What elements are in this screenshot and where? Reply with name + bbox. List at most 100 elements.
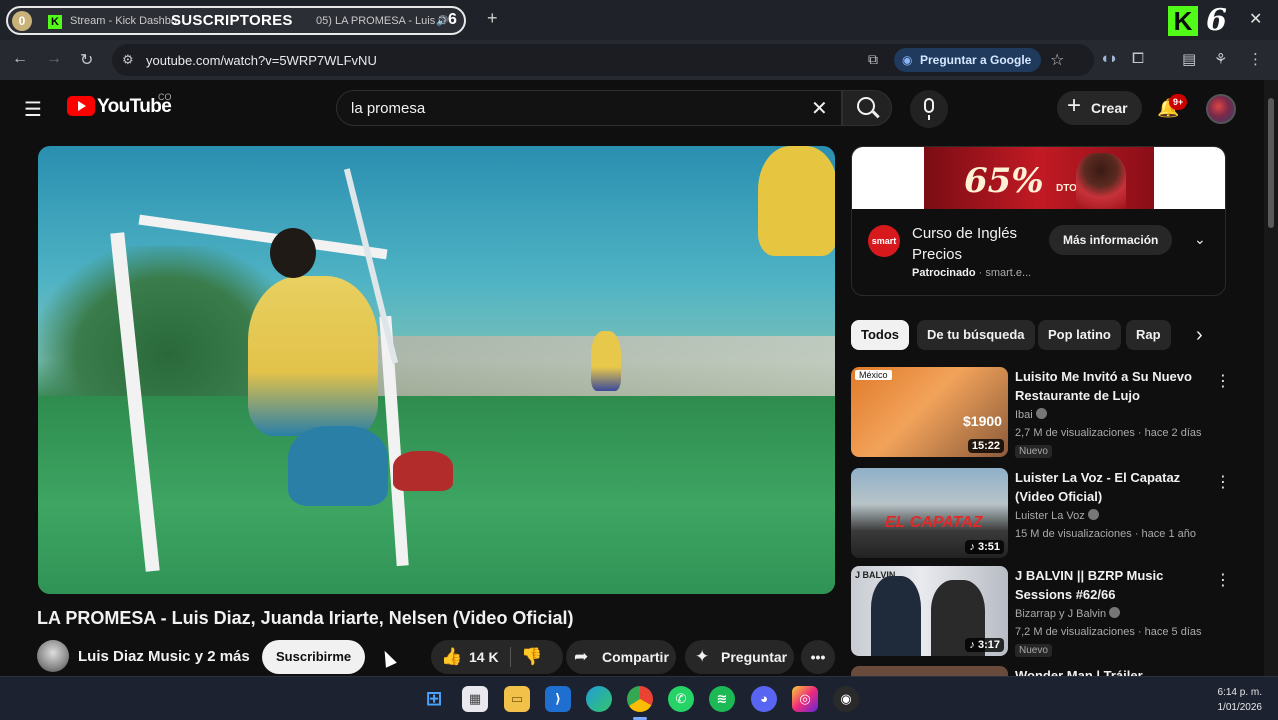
tab-audio-icon: 🔊 xyxy=(436,16,449,27)
recommendation-item[interactable]: EL CAPATAZ ♪ 3:51 Luister La Voz - El Ca… xyxy=(851,468,1231,562)
advertiser-logo[interactable]: smart xyxy=(868,225,900,257)
recommendation-item[interactable]: J BALVIN ♪ 3:17 J BALVIN || BZRP Music S… xyxy=(851,566,1231,660)
sponsored-ad-card[interactable]: 65% DTO smart Curso de Inglés Precios Pa… xyxy=(851,146,1226,296)
chrome-icon[interactable] xyxy=(627,686,653,712)
create-button[interactable]: + Crear xyxy=(1057,91,1142,125)
site-info-icon[interactable]: ⚙ xyxy=(122,52,134,68)
chip-pop-latino[interactable]: Pop latino xyxy=(1038,320,1121,350)
install-app-icon[interactable]: ⧉ xyxy=(868,51,878,68)
video-thumbnail[interactable]: EL CAPATAZ ♪ 3:51 xyxy=(851,468,1008,558)
country-code: CO xyxy=(158,92,172,102)
recommendation-title[interactable]: J BALVIN || BZRP Music Sessions #62/66 xyxy=(1015,566,1205,604)
voice-search-button[interactable] xyxy=(910,90,948,128)
more-info-button[interactable]: Más información xyxy=(1049,225,1173,255)
forward-icon[interactable]: → xyxy=(46,50,62,68)
more-actions-button[interactable]: ••• xyxy=(801,640,835,674)
video-thumbnail[interactable]: J BALVIN ♪ 3:17 xyxy=(851,566,1008,656)
system-clock[interactable]: 6:14 p. m. 1/01/2026 xyxy=(1200,685,1263,715)
ad-banner[interactable]: 65% DTO xyxy=(852,147,1225,209)
whatsapp-icon[interactable]: ✆ xyxy=(668,686,694,712)
notification-badge: 9+ xyxy=(1169,94,1188,110)
back-icon[interactable]: ← xyxy=(12,50,28,68)
like-separator xyxy=(510,647,511,667)
video-thumbnail[interactable]: México $1900 15:22 xyxy=(851,367,1008,457)
recommendation-item[interactable]: Wonder Man | Tráiler xyxy=(851,666,1226,676)
chevron-down-icon[interactable]: ⌄ xyxy=(1194,231,1206,248)
hamburger-menu-icon[interactable]: ☰ xyxy=(24,97,42,122)
chevron-right-icon[interactable]: › xyxy=(1196,324,1203,347)
ask-google-button[interactable]: ◉ Preguntar a Google xyxy=(894,48,1042,72)
recommendation-channel[interactable]: Bizarrap y J Balvin xyxy=(1015,607,1121,620)
instagram-icon[interactable]: ◎ xyxy=(792,686,818,712)
video-player[interactable] xyxy=(38,146,835,594)
chip-all[interactable]: Todos xyxy=(851,320,910,350)
address-bar[interactable]: ⚙ youtube.com/watch?v=5WRP7WLFvNU ⧉ ◉ Pre… xyxy=(112,44,1094,76)
reload-icon[interactable]: ↻ xyxy=(80,50,93,70)
player-head xyxy=(270,228,316,278)
player-distant xyxy=(591,331,621,391)
ask-button[interactable]: ✦ Preguntar xyxy=(685,640,794,674)
clear-search-icon[interactable]: ✕ xyxy=(811,96,828,121)
like-count[interactable]: 14 K xyxy=(469,640,499,674)
ad-banner-image: 65% DTO xyxy=(924,147,1154,209)
ad-title[interactable]: Curso de Inglés Precios xyxy=(912,223,1042,265)
extensions-icon[interactable]: ⧠ xyxy=(1132,50,1144,67)
channel-name[interactable]: Luis Diaz Music y 2 más xyxy=(78,648,250,665)
recommendation-channel[interactable]: Ibai xyxy=(1015,408,1047,421)
bookmark-star-icon[interactable]: ☆ xyxy=(1050,50,1064,70)
youtube-logo-icon[interactable] xyxy=(67,96,95,116)
chip-from-search[interactable]: De tu búsqueda xyxy=(917,320,1035,350)
url-text[interactable]: youtube.com/watch?v=5WRP7WLFvNU xyxy=(146,53,377,68)
more-vertical-icon[interactable]: ⋮ xyxy=(1215,570,1231,590)
search-button[interactable] xyxy=(842,90,892,126)
new-tab-button[interactable]: + xyxy=(487,8,498,29)
recommendation-meta: 15 M de visualizaciones · hace 1 año xyxy=(1015,528,1196,540)
page-scrollbar[interactable] xyxy=(1264,80,1278,676)
recommendation-title[interactable]: Wonder Man | Tráiler xyxy=(1015,666,1205,676)
reading-mode-icon[interactable]: ▤ xyxy=(1182,50,1196,68)
discord-icon[interactable]: ◕ xyxy=(751,686,777,712)
thumbnail-text: EL CAPATAZ xyxy=(885,514,983,531)
share-button[interactable]: ➦ Compartir xyxy=(566,640,676,674)
like-dislike-group: 👍 14 K 👎 xyxy=(431,640,563,674)
store-icon[interactable]: ▦ xyxy=(462,686,488,712)
like-icon[interactable]: 👍 xyxy=(441,640,462,674)
dislike-icon[interactable]: 👎 xyxy=(521,640,542,674)
search-input[interactable]: la promesa ✕ xyxy=(336,90,842,126)
sparkle-icon: ✦ xyxy=(695,647,710,666)
sponsored-label: Patrocinado xyxy=(912,267,976,279)
scrollbar-thumb[interactable] xyxy=(1268,98,1274,228)
window-close-icon[interactable]: ✕ xyxy=(1249,9,1262,29)
video-thumbnail[interactable] xyxy=(851,666,1008,676)
spotify-icon[interactable]: ≋ xyxy=(709,686,735,712)
account-avatar[interactable] xyxy=(1206,94,1236,124)
recommendation-item[interactable]: México $1900 15:22 Luisito Me Invitó a S… xyxy=(851,367,1231,461)
more-vertical-icon[interactable]: ⋮ xyxy=(1215,472,1231,492)
obs-icon[interactable]: ◉ xyxy=(833,686,859,712)
more-vertical-icon[interactable]: ⋮ xyxy=(1215,371,1231,391)
recommendation-title[interactable]: Luisito Me Invitó a Su Nuevo Restaurante… xyxy=(1015,367,1205,405)
recommendation-title[interactable]: Luister La Voz - El Capataz (Video Ofici… xyxy=(1015,468,1205,506)
subscribe-button[interactable]: Suscribirme xyxy=(262,640,366,674)
tab-kick-dashboard[interactable]: Stream - Kick Dashbo xyxy=(70,15,177,27)
video-duration: ♪ 3:17 xyxy=(965,638,1004,652)
channel-avatar[interactable] xyxy=(37,640,69,672)
file-explorer-icon[interactable]: ▭ xyxy=(504,686,530,712)
search-query[interactable]: la promesa xyxy=(351,100,425,117)
vscode-icon[interactable]: ⟩ xyxy=(545,686,571,712)
plus-icon: + xyxy=(1067,92,1082,119)
subscriber-overlay: 0 K Stream - Kick Dashbo 05) LA PROMESA … xyxy=(6,6,466,35)
tab-youtube-video[interactable]: 05) LA PROMESA - Luis D xyxy=(316,15,446,27)
profile-extension-icon[interactable]: ⚘ xyxy=(1214,50,1227,68)
audio-wave-icon[interactable]: ◖◗ xyxy=(1100,50,1118,67)
browser-tab-bar: 0 K Stream - Kick Dashbo 05) LA PROMESA … xyxy=(0,0,1278,40)
recommendation-channel[interactable]: Luister La Voz xyxy=(1015,509,1099,522)
windows-start-icon[interactable]: ⊞ xyxy=(421,686,447,712)
youtube-header: ☰ YouTube CO la promesa ✕ + Crear 🔔 9+ xyxy=(0,80,1264,136)
edge-icon[interactable] xyxy=(586,686,612,712)
browser-toolbar: ← → ↻ ⚙ youtube.com/watch?v=5WRP7WLFvNU … xyxy=(0,40,1278,80)
overlay-count: 6 xyxy=(448,11,457,28)
microphone-stem xyxy=(928,115,930,120)
chip-rap[interactable]: Rap xyxy=(1126,320,1171,350)
browser-menu-icon[interactable]: ⋮ xyxy=(1248,50,1263,68)
